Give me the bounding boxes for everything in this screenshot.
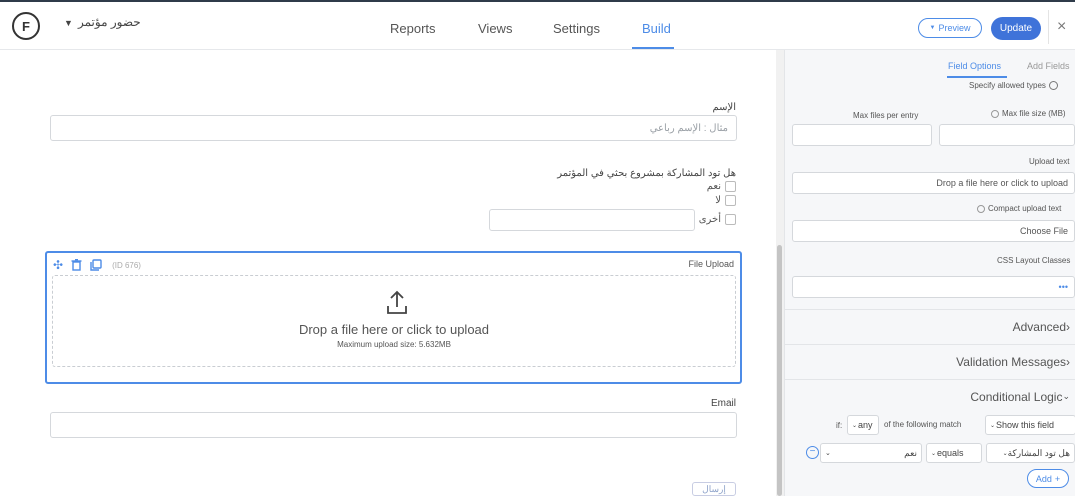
update-button[interactable]: Update <box>991 17 1041 40</box>
email-input[interactable] <box>50 412 737 438</box>
section-conditional-logic[interactable]: Conditional Logic ⌄ <box>785 379 1075 413</box>
tab-reports[interactable]: Reports <box>390 21 436 36</box>
upload-icon <box>387 290 407 314</box>
max-upload-size: Maximum upload size: 5.632MB <box>337 340 451 349</box>
specify-types-label: Specify allowed types <box>969 81 1046 90</box>
field-toolbar: ✣ (ID 676) <box>53 258 141 272</box>
question-label: هل تود المشاركة بمشروع بحثي في المؤتمر <box>557 168 736 179</box>
dropzone-text: Drop a file here or click to upload <box>298 322 490 337</box>
checkbox[interactable] <box>725 181 736 192</box>
chevron-down-icon: ⌄ <box>990 422 996 429</box>
max-files-label: Max files per entry <box>853 111 919 120</box>
section-validation[interactable]: Validation Messages › <box>785 344 1075 378</box>
dropzone[interactable]: Drop a file here or click to upload Maxi… <box>52 275 736 367</box>
chevron-down-icon: ⌄ <box>825 450 831 457</box>
logic-field-select[interactable]: هل تود المشاركة ⌄ <box>986 443 1075 463</box>
section-advanced[interactable]: Advanced › <box>785 309 1075 343</box>
tab-build[interactable]: Build <box>642 21 671 36</box>
info-icon[interactable] <box>991 109 999 118</box>
remove-condition-icon[interactable]: − <box>806 446 819 459</box>
max-size-label-wrap: Max file size (MB) <box>991 109 1066 118</box>
logic-match-text: of the following match <box>884 420 962 429</box>
radio-icon[interactable] <box>1048 81 1058 91</box>
logic-operator-value: equals <box>937 448 964 458</box>
tab-settings[interactable]: Settings <box>553 21 600 36</box>
chevron-down-icon: ▼ <box>929 25 936 31</box>
chevron-down-icon: ⌄ <box>931 450 937 457</box>
chevron-down-icon: ⌄ <box>1002 450 1008 457</box>
logic-value: نعم <box>904 447 917 458</box>
option-yes-label: نعم <box>706 181 721 192</box>
logic-operator-select[interactable]: ⌄ equals <box>926 443 982 463</box>
logic-any-value: any <box>858 420 873 430</box>
form-name-dropdown[interactable]: حضور مؤتمر <box>78 15 141 29</box>
preview-button[interactable]: ▼ Preview <box>918 18 982 38</box>
submit-button[interactable]: إرسال <box>692 482 736 496</box>
max-files-input[interactable] <box>792 124 932 146</box>
close-icon[interactable]: × <box>1057 18 1066 36</box>
checkbox[interactable] <box>725 214 736 225</box>
move-icon[interactable]: ✣ <box>53 258 63 272</box>
scrollbar-thumb[interactable] <box>777 245 782 496</box>
top-bar: F ▼ حضور مؤتمر Reports Views Settings Bu… <box>0 0 1075 50</box>
section-validation-label: Validation Messages <box>956 354 1066 369</box>
name-input[interactable]: مثال : الإسم رباعي <box>50 115 737 141</box>
chevron-down-icon: ⌄ <box>852 422 858 429</box>
tab-views[interactable]: Views <box>478 21 512 36</box>
form-builder-window: F ▼ حضور مؤتمر Reports Views Settings Bu… <box>0 0 1075 496</box>
logic-action-value: Show this field <box>996 420 1055 430</box>
logic-action-select[interactable]: ⌄ Show this field <box>985 415 1075 435</box>
file-upload-field[interactable]: ✣ (ID 676) File Upload Drop a file here … <box>45 251 742 384</box>
logic-value-select[interactable]: ⌄ نعم <box>820 443 922 463</box>
chevron-right-icon: › <box>1066 319 1070 334</box>
option-no-label: لا <box>715 195 721 206</box>
chevron-down-icon: ⌄ <box>1062 391 1070 401</box>
logic-field-value: هل تود المشاركة <box>1007 447 1070 458</box>
compact-label: Compact upload text <box>988 204 1062 213</box>
add-condition-button[interactable]: Add + <box>1027 469 1069 488</box>
email-label: Email <box>710 398 736 409</box>
tab-add-fields[interactable]: Add Fields <box>1027 61 1070 71</box>
specify-types-option[interactable]: Specify allowed types <box>969 81 1058 91</box>
option-no[interactable]: لا <box>690 195 736 206</box>
logic-if-label: if: <box>836 421 843 430</box>
panel-tabs: Field Options Add Fields <box>785 50 1075 80</box>
max-size-input[interactable] <box>939 124 1075 146</box>
active-tab-indicator <box>947 76 1007 78</box>
css-classes-input[interactable]: ••• <box>792 276 1075 298</box>
formidable-logo-icon[interactable]: F <box>12 12 40 40</box>
preview-label: Preview <box>938 23 971 33</box>
compact-text-input[interactable]: Choose File <box>792 220 1075 242</box>
chevron-right-icon: › <box>1066 354 1070 369</box>
section-advanced-label: Advanced <box>1012 319 1066 334</box>
section-logic-label: Conditional Logic <box>970 389 1063 404</box>
active-tab-indicator <box>632 47 674 49</box>
add-label: Add <box>1035 473 1052 484</box>
name-field-label: الإسم <box>712 102 736 113</box>
other-text-input[interactable] <box>489 209 695 231</box>
option-yes[interactable]: نعم <box>690 181 736 192</box>
option-other[interactable]: أخرى <box>690 214 736 225</box>
trash-icon[interactable] <box>71 259 82 271</box>
field-title: File Upload <box>688 259 734 269</box>
max-size-label: Max file size (MB) <box>1002 109 1066 118</box>
upload-text-label: Upload text <box>1029 157 1070 166</box>
tab-field-options[interactable]: Field Options <box>948 61 1001 71</box>
compact-label-wrap: Compact upload text <box>977 204 1061 213</box>
chevron-down-icon[interactable]: ▼ <box>64 18 73 28</box>
logic-any-select[interactable]: ⌄ any <box>847 415 879 435</box>
duplicate-icon[interactable] <box>90 259 102 271</box>
settings-panel: Field Options Add Fields Specify allowed… <box>784 50 1075 496</box>
css-classes-label: CSS Layout Classes <box>997 256 1071 265</box>
field-id: (ID 676) <box>112 260 141 270</box>
option-other-label: أخرى <box>698 214 721 225</box>
plus-icon: + <box>1054 473 1061 484</box>
upload-text-input[interactable]: Drop a file here or click to upload <box>792 172 1075 194</box>
divider <box>1048 10 1049 44</box>
checkbox[interactable] <box>725 195 736 206</box>
info-icon[interactable] <box>977 204 985 213</box>
